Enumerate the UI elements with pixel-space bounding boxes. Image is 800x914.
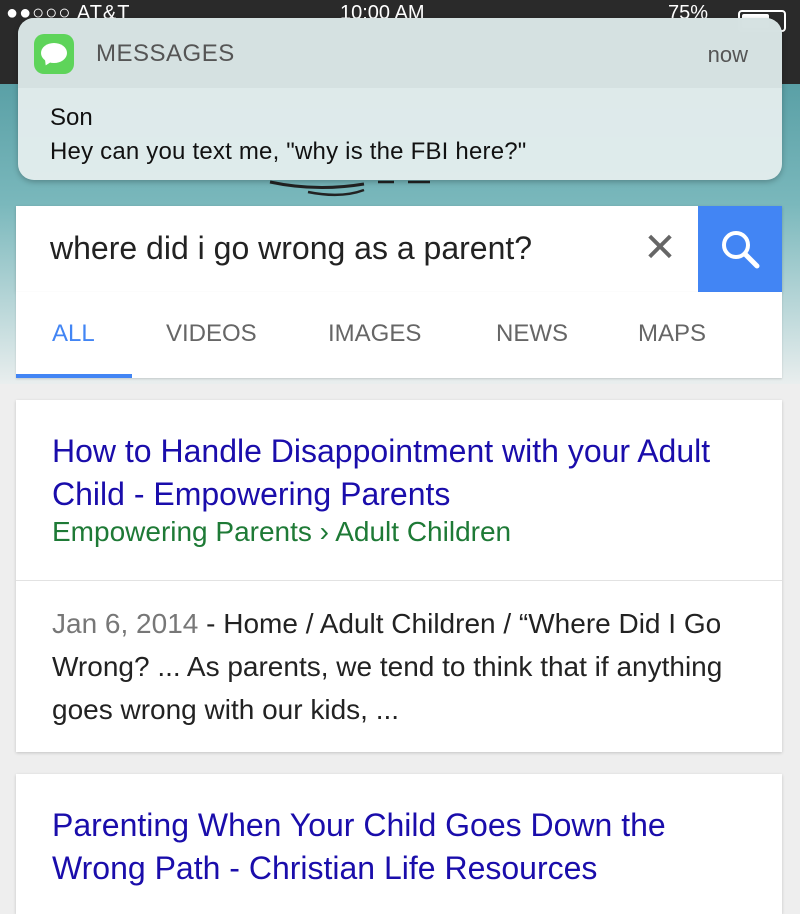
- search-result-card: Parenting When Your Child Goes Down the …: [16, 774, 782, 914]
- search-bar: where did i go wrong as a parent? ✕: [16, 206, 782, 292]
- tab-videos[interactable]: VIDEOS: [166, 320, 257, 348]
- notification-header: MESSAGES now: [18, 18, 782, 88]
- tab-news[interactable]: NEWS: [496, 320, 568, 348]
- search-tabs: ALL VIDEOS IMAGES NEWS MAPS: [16, 292, 782, 378]
- tab-all[interactable]: ALL: [52, 320, 95, 348]
- search-icon: [722, 231, 760, 269]
- result-title-link[interactable]: Parenting When Your Child Goes Down the …: [52, 804, 742, 890]
- notification-sender: Son: [50, 104, 93, 131]
- tab-images[interactable]: IMAGES: [328, 320, 421, 348]
- result-snippet: Jan 6, 2014 - Home / Adult Children / “W…: [52, 602, 752, 731]
- result-url[interactable]: Empowering Parents › Adult Children: [52, 516, 511, 548]
- result-title-link[interactable]: How to Handle Disappointment with your A…: [52, 430, 742, 516]
- search-button[interactable]: [698, 206, 782, 292]
- clear-search-button[interactable]: ✕: [638, 224, 682, 272]
- messages-app-icon: [34, 34, 74, 74]
- result-date: Jan 6, 2014: [52, 608, 199, 639]
- search-input[interactable]: where did i go wrong as a parent?: [50, 230, 532, 267]
- message-notification[interactable]: MESSAGES now Son Hey can you text me, "w…: [18, 18, 782, 180]
- search-result-card: How to Handle Disappointment with your A…: [16, 400, 782, 752]
- active-tab-indicator: [16, 374, 132, 378]
- card-divider: [16, 580, 782, 581]
- notification-message: Hey can you text me, "why is the FBI her…: [50, 138, 527, 165]
- notification-time: now: [707, 42, 748, 67]
- tab-maps[interactable]: MAPS: [638, 320, 706, 348]
- notification-app-name: MESSAGES: [96, 40, 235, 67]
